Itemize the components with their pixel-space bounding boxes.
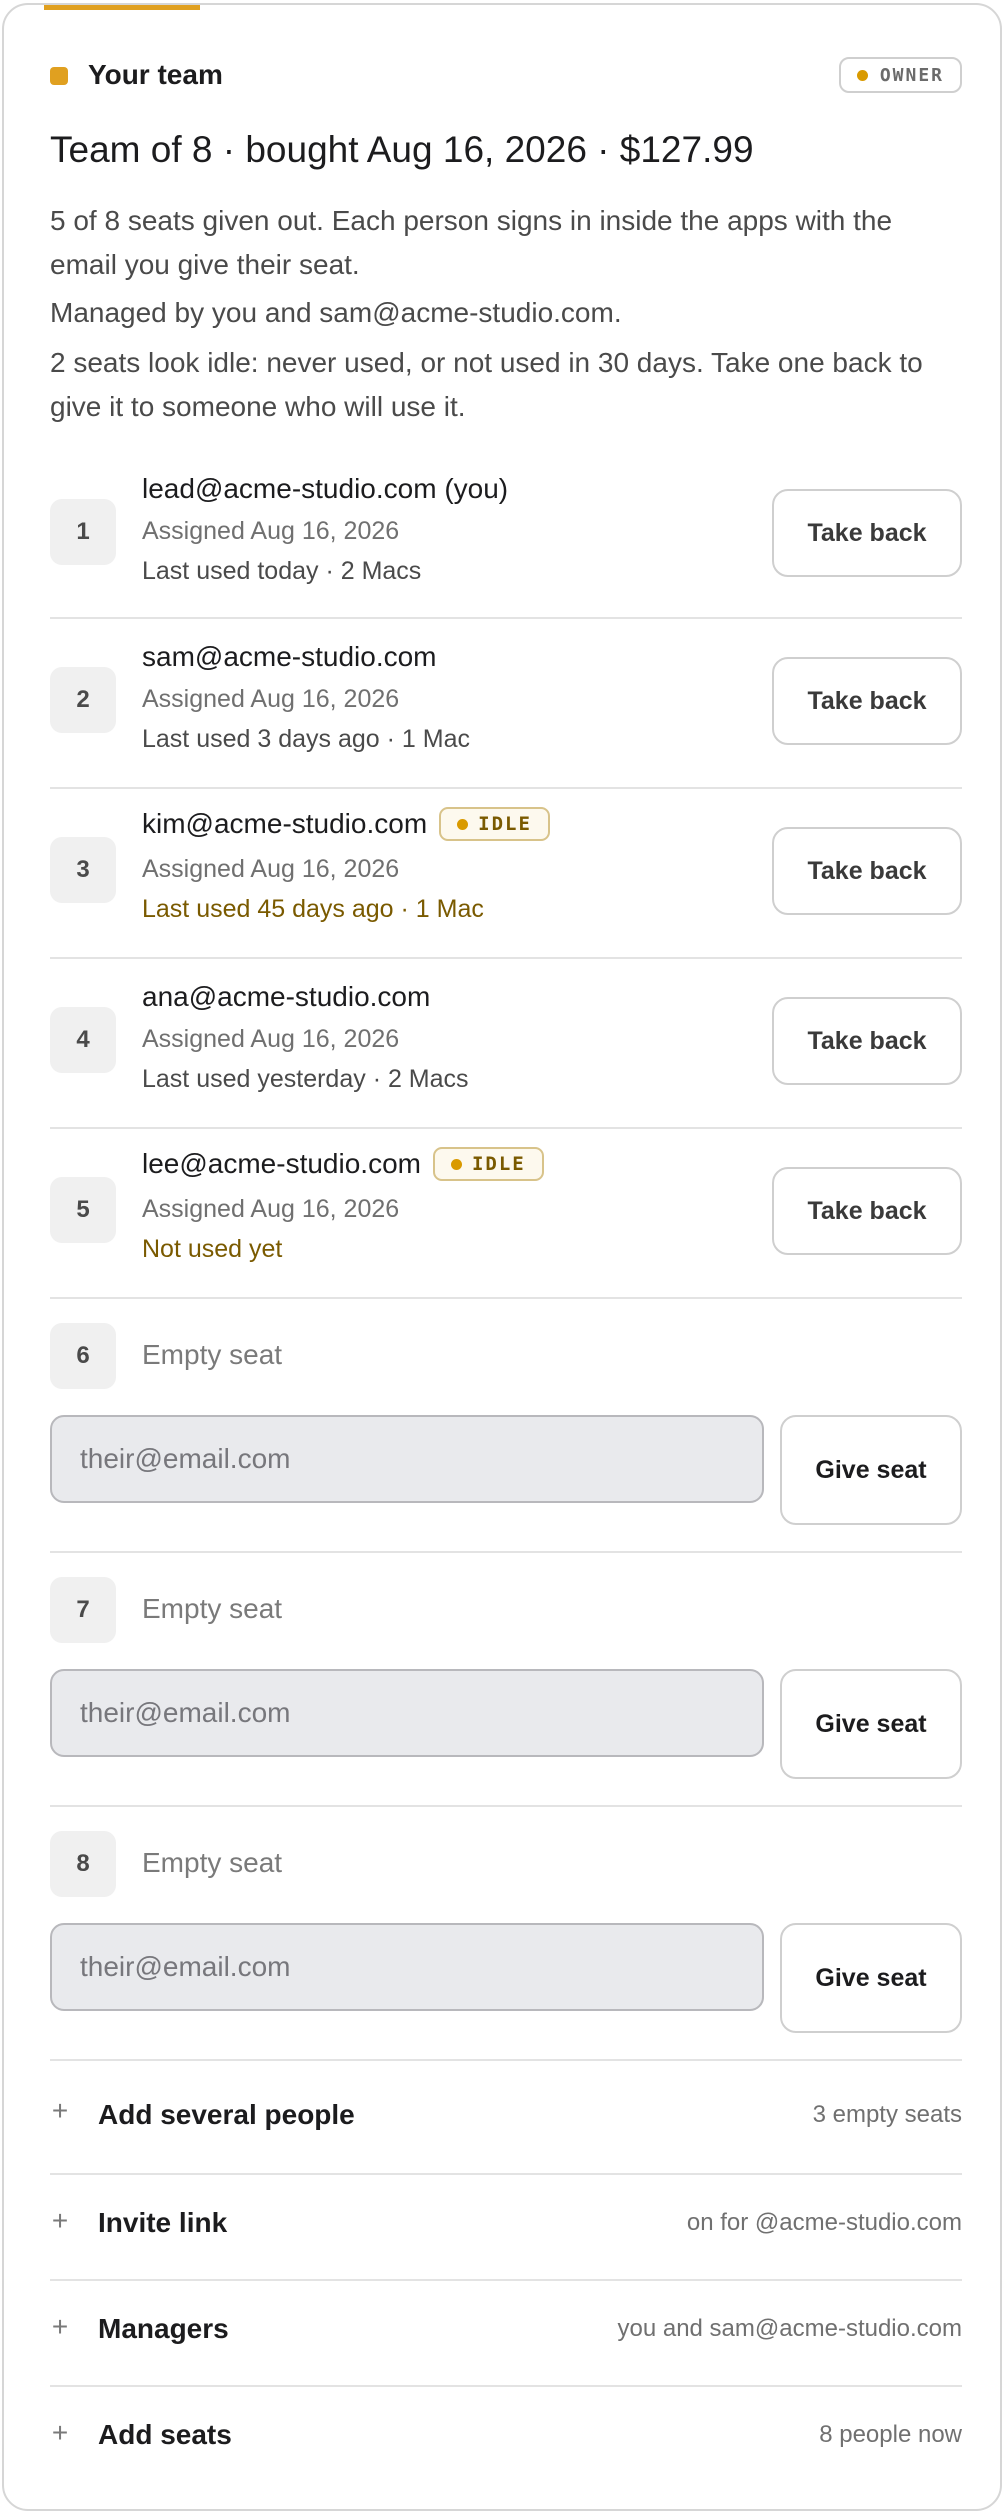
seat-email: sam@acme-studio.com <box>142 641 437 673</box>
dot-icon <box>457 818 469 830</box>
section-meta: you and sam@acme-studio.com <box>617 2315 962 2342</box>
seat-usage: Last used 45 days ago · 1 Mac <box>142 895 484 923</box>
card-header: Your team OWNER <box>50 57 962 97</box>
seat-email-input[interactable] <box>50 1415 764 1503</box>
seat-row: 4 ana@acme-studio.com Assigned Aug 16, 2… <box>50 959 962 1129</box>
seat-number: 7 <box>50 1577 116 1643</box>
seat-number: 6 <box>50 1323 116 1389</box>
take-back-button[interactable]: Take back <box>772 1167 962 1255</box>
section-managers[interactable]: + Managers you and sam@acme-studio.com <box>50 2279 962 2385</box>
owner-badge-label: OWNER <box>879 64 944 86</box>
dot-icon <box>450 1158 462 1170</box>
seat-usage: Not used yet <box>142 1235 283 1263</box>
idle-badge: IDLE <box>439 807 550 841</box>
plus-icon: + <box>51 2205 69 2236</box>
idle-badge: IDLE <box>432 1147 544 1181</box>
seat-email-text: lee@acme-studio.com <box>142 1148 421 1179</box>
seats-description: 5 of 8 seats given out. Each person sign… <box>50 205 893 280</box>
section-label: Add several people <box>98 2099 355 2130</box>
section-add-seats[interactable]: + Add seats 8 people now <box>50 2385 962 2491</box>
seat-email: ana@acme-studio.com <box>142 981 430 1013</box>
seat-number: 3 <box>50 837 116 903</box>
seat-number: 8 <box>50 1831 116 1897</box>
take-back-button[interactable]: Take back <box>772 657 962 745</box>
managers-description: Managed by you and sam@acme-studio.com. <box>50 297 622 328</box>
team-card: Your team OWNER Team of 8 · bought Aug 1… <box>2 3 1002 2511</box>
idle-badge-label: IDLE <box>478 813 532 835</box>
empty-seat-row: 6 Empty seat Give seat <box>50 1299 962 1553</box>
idle-badge-label: IDLE <box>471 1153 526 1175</box>
plus-icon: + <box>51 2417 69 2448</box>
team-square-icon <box>50 67 68 85</box>
card-title: Your team <box>88 59 223 90</box>
seat-number: 2 <box>50 667 116 733</box>
team-summary-title: Team of 8 · bought Aug 16, 2026 · $127.9… <box>50 129 754 170</box>
seat-row: 5 lee@acme-studio.com IDLE Assigned Aug … <box>50 1129 962 1299</box>
seat-email-text: lead@acme-studio.com (you) <box>142 473 509 504</box>
seat-email-text: kim@acme-studio.com <box>142 808 428 839</box>
seat-email: lee@acme-studio.com IDLE <box>142 1147 544 1181</box>
seat-assigned-date: Assigned Aug 16, 2026 <box>142 1025 400 1053</box>
give-seat-button[interactable]: Give seat <box>780 1669 962 1779</box>
section-meta: 3 empty seats <box>812 2101 962 2128</box>
seat-email: lead@acme-studio.com (you) <box>142 473 508 505</box>
empty-seat-row: 7 Empty seat Give seat <box>50 1553 962 1807</box>
seat-row: 3 kim@acme-studio.com IDLE Assigned Aug … <box>50 789 962 959</box>
idle-description: 2 seats look idle: never used, or not us… <box>50 347 923 422</box>
owner-badge: OWNER <box>838 57 962 93</box>
section-meta: on for @acme-studio.com <box>686 2209 962 2236</box>
give-seat-button[interactable]: Give seat <box>780 1415 962 1525</box>
take-back-button[interactable]: Take back <box>772 997 962 1085</box>
seat-row: 1 lead@acme-studio.com (you) Assigned Au… <box>50 453 962 619</box>
section-label: Managers <box>98 2313 229 2344</box>
plus-icon: + <box>51 2095 69 2126</box>
empty-seat-label: Empty seat <box>142 1339 283 1370</box>
section-label: Add seats <box>98 2419 232 2450</box>
seat-email-input[interactable] <box>50 1923 764 2011</box>
take-back-button[interactable]: Take back <box>772 489 962 577</box>
give-seat-button[interactable]: Give seat <box>780 1923 962 2033</box>
take-back-button[interactable]: Take back <box>772 827 962 915</box>
seat-assigned-date: Assigned Aug 16, 2026 <box>142 1195 400 1223</box>
empty-seat-label: Empty seat <box>142 1593 283 1624</box>
section-label: Invite link <box>98 2207 228 2238</box>
empty-seat-row: 8 Empty seat Give seat <box>50 1807 962 2059</box>
seat-row: 2 sam@acme-studio.com Assigned Aug 16, 2… <box>50 619 962 789</box>
seat-number: 4 <box>50 1007 116 1073</box>
section-meta: 8 people now <box>819 2421 962 2448</box>
seat-email: kim@acme-studio.com IDLE <box>142 807 550 841</box>
seat-usage: Last used yesterday · 2 Macs <box>142 1065 469 1093</box>
section-invite-link[interactable]: + Invite link on for @acme-studio.com <box>50 2173 962 2279</box>
seat-number: 1 <box>50 499 116 565</box>
section-add-several-people[interactable]: + Add several people 3 empty seats <box>50 2059 962 2175</box>
seat-email-text: sam@acme-studio.com <box>142 641 437 672</box>
seat-email-input[interactable] <box>50 1669 764 1757</box>
dot-icon <box>856 69 868 81</box>
seat-assigned-date: Assigned Aug 16, 2026 <box>142 855 400 883</box>
plus-icon: + <box>51 2311 69 2342</box>
accent-bar <box>44 5 200 10</box>
seat-assigned-date: Assigned Aug 16, 2026 <box>142 685 400 713</box>
seat-usage: Last used 3 days ago · 1 Mac <box>142 725 470 753</box>
seat-number: 5 <box>50 1177 116 1243</box>
seat-assigned-date: Assigned Aug 16, 2026 <box>142 517 400 545</box>
seat-email-text: ana@acme-studio.com <box>142 981 431 1012</box>
empty-seat-label: Empty seat <box>142 1847 283 1878</box>
seat-usage: Last used today · 2 Macs <box>142 557 422 585</box>
